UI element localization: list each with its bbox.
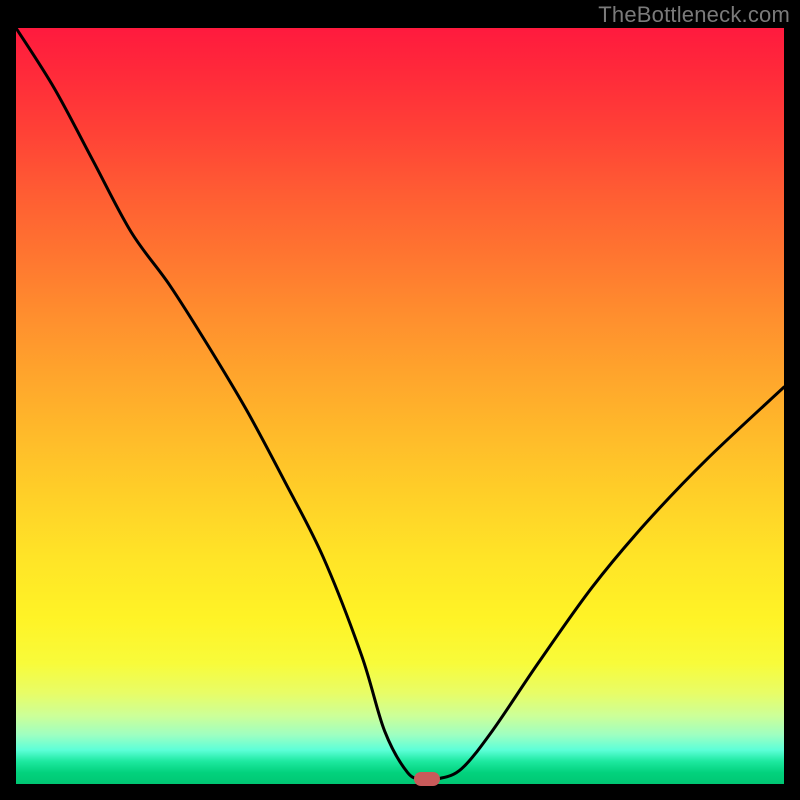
chart-frame: TheBottleneck.com [0, 0, 800, 800]
watermark-text: TheBottleneck.com [598, 2, 790, 28]
bottleneck-curve [16, 28, 784, 784]
minimum-marker [414, 772, 440, 786]
plot-area [16, 28, 784, 784]
